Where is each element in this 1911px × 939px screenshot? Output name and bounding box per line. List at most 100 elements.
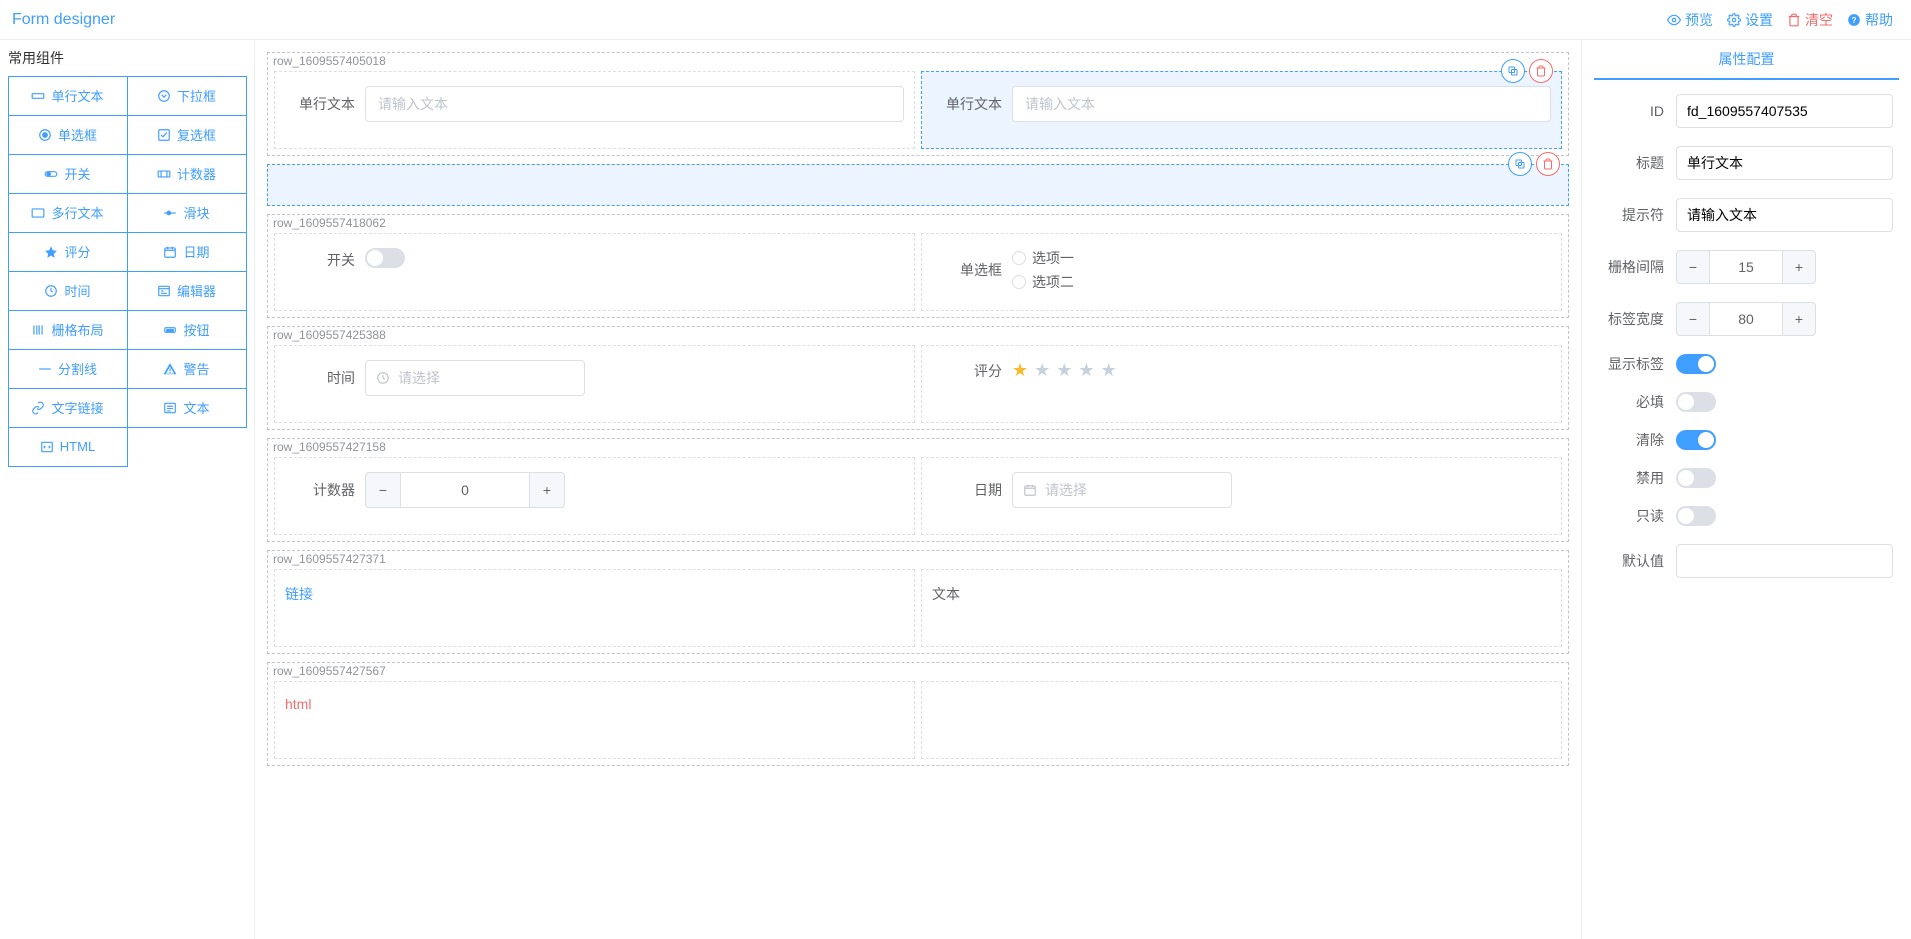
canvas-row[interactable] — [267, 164, 1569, 206]
palette-item-link[interactable]: 文字链接 — [8, 388, 128, 428]
canvas-row[interactable]: row_1609557427371链接文本 — [267, 550, 1569, 654]
text-input[interactable] — [1012, 86, 1551, 122]
prop-showlabel-label: 显示标签 — [1600, 354, 1664, 374]
palette-item-grid[interactable]: 栅格布局 — [8, 310, 128, 350]
radio-option[interactable]: 选项二 — [1012, 272, 1551, 292]
canvas-cell[interactable]: 日期请选择 — [921, 457, 1562, 535]
delete-button[interactable] — [1536, 152, 1560, 176]
canvas-cell[interactable]: 单行文本 — [274, 71, 915, 149]
property-panel: 属性配置 ID 标题 提示符 栅格间隔 − 15 + — [1581, 40, 1911, 939]
palette-item-input[interactable]: 单行文本 — [8, 76, 128, 116]
plus-icon[interactable]: + — [1782, 302, 1816, 336]
rate-control[interactable]: ★ ★ ★ ★ ★ — [1012, 360, 1551, 381]
palette-item-date[interactable]: 日期 — [127, 232, 247, 272]
field-label: 时间 — [285, 368, 355, 388]
prop-placeholder-label: 提示符 — [1600, 205, 1664, 225]
prop-required-switch[interactable] — [1676, 392, 1716, 412]
tab-properties[interactable]: 属性配置 — [1594, 40, 1899, 80]
palette-item-divider[interactable]: 分割线 — [8, 349, 128, 389]
help-button[interactable]: ? 帮助 — [1847, 10, 1893, 30]
palette-item-radio[interactable]: 单选框 — [8, 115, 128, 155]
canvas-row[interactable]: row_1609557418062开关单选框选项一选项二 — [267, 214, 1569, 318]
prop-disabled-label: 禁用 — [1600, 468, 1664, 488]
palette-item-alert[interactable]: 警告 — [127, 349, 247, 389]
copy-button[interactable] — [1501, 59, 1525, 83]
palette-item-editor[interactable]: 编辑器 — [127, 271, 247, 311]
canvas-cell[interactable]: 链接 — [274, 569, 915, 647]
palette-item-text[interactable]: 文本 — [127, 388, 247, 428]
star-icon[interactable]: ★ — [1078, 360, 1094, 381]
palette-item-checkbox[interactable]: 复选框 — [127, 115, 247, 155]
link-icon — [31, 401, 45, 415]
clock-icon — [376, 371, 390, 385]
canvas-cell[interactable]: 文本 — [921, 569, 1562, 647]
star-icon[interactable]: ★ — [1012, 360, 1028, 381]
canvas[interactable]: row_1609557405018单行文本单行文本row_16095574180… — [255, 40, 1581, 939]
clear-button[interactable]: 清空 — [1787, 10, 1833, 30]
prop-gutter-stepper[interactable]: − 15 + — [1676, 250, 1816, 284]
canvas-cell[interactable] — [921, 681, 1562, 759]
text-input[interactable] — [365, 86, 904, 122]
prop-placeholder-input[interactable] — [1676, 198, 1893, 232]
prop-readonly-label: 只读 — [1600, 506, 1664, 526]
settings-button[interactable]: 设置 — [1727, 10, 1773, 30]
canvas-cell[interactable]: 评分★★★★★ — [921, 345, 1562, 423]
copy-button[interactable] — [1508, 152, 1532, 176]
textarea-icon — [31, 206, 45, 220]
preview-button[interactable]: 预览 — [1667, 10, 1713, 30]
date-picker[interactable]: 请选择 — [1012, 472, 1232, 508]
field-label: 单行文本 — [285, 94, 355, 114]
prop-readonly-switch[interactable] — [1676, 506, 1716, 526]
prop-default-input[interactable] — [1676, 544, 1893, 578]
palette-item-textarea[interactable]: 多行文本 — [8, 193, 128, 233]
prop-labelwidth-stepper[interactable]: − 80 + — [1676, 302, 1816, 336]
palette-item-switch[interactable]: 开关 — [8, 154, 128, 194]
palette-item-time[interactable]: 时间 — [8, 271, 128, 311]
delete-button[interactable] — [1529, 59, 1553, 83]
canvas-cell[interactable]: 时间请选择 — [274, 345, 915, 423]
prop-clearable-switch[interactable] — [1676, 430, 1716, 450]
svg-text:BTN: BTN — [167, 328, 174, 332]
canvas-row[interactable]: row_1609557405018单行文本单行文本 — [267, 52, 1569, 156]
prop-title-input[interactable] — [1676, 146, 1893, 180]
palette-item-button[interactable]: BTN按钮 — [127, 310, 247, 350]
text-link[interactable]: 链接 — [285, 586, 313, 602]
palette-item-html[interactable]: HTML — [8, 427, 128, 467]
counter-control[interactable]: −0+ — [365, 472, 565, 508]
canvas-cell[interactable]: html — [274, 681, 915, 759]
palette-item-slider[interactable]: 滑块 — [127, 193, 247, 233]
canvas-row[interactable]: row_1609557427567html — [267, 662, 1569, 766]
row-id-label: row_1609557418062 — [267, 214, 392, 232]
checkbox-icon — [157, 128, 171, 142]
minus-icon[interactable]: − — [365, 472, 401, 508]
prop-title-label: 标题 — [1600, 153, 1664, 173]
minus-icon[interactable]: − — [1676, 302, 1710, 336]
radio-icon — [1012, 251, 1026, 265]
plus-icon[interactable]: + — [1782, 250, 1816, 284]
prop-labelwidth-label: 标签宽度 — [1600, 309, 1664, 329]
canvas-cell[interactable]: 单行文本 — [921, 71, 1562, 149]
radio-option[interactable]: 选项一 — [1012, 248, 1551, 268]
palette-item-counter[interactable]: 计数器 — [127, 154, 247, 194]
palette-item-select[interactable]: 下拉框 — [127, 76, 247, 116]
time-picker[interactable]: 请选择 — [365, 360, 585, 396]
minus-icon[interactable]: − — [1676, 250, 1710, 284]
star-icon[interactable]: ★ — [1101, 360, 1117, 381]
prop-disabled-switch[interactable] — [1676, 468, 1716, 488]
canvas-cell[interactable]: 单选框选项一选项二 — [921, 233, 1562, 311]
prop-showlabel-switch[interactable] — [1676, 354, 1716, 374]
plus-icon[interactable]: + — [529, 472, 565, 508]
calendar-icon — [1023, 483, 1037, 497]
canvas-cell[interactable]: 计数器−0+ — [274, 457, 915, 535]
canvas-cell[interactable]: 开关 — [274, 233, 915, 311]
eye-icon — [1667, 13, 1681, 27]
star-icon[interactable]: ★ — [1056, 360, 1072, 381]
star-icon[interactable]: ★ — [1034, 360, 1050, 381]
canvas-row[interactable]: row_1609557425388时间请选择评分★★★★★ — [267, 326, 1569, 430]
palette-item-star[interactable]: 评分 — [8, 232, 128, 272]
editor-icon — [157, 284, 171, 298]
prop-id-input[interactable] — [1676, 94, 1893, 128]
canvas-row[interactable]: row_1609557427158计数器−0+日期请选择 — [267, 438, 1569, 542]
counter-icon — [157, 167, 171, 181]
switch-toggle[interactable] — [365, 248, 405, 268]
